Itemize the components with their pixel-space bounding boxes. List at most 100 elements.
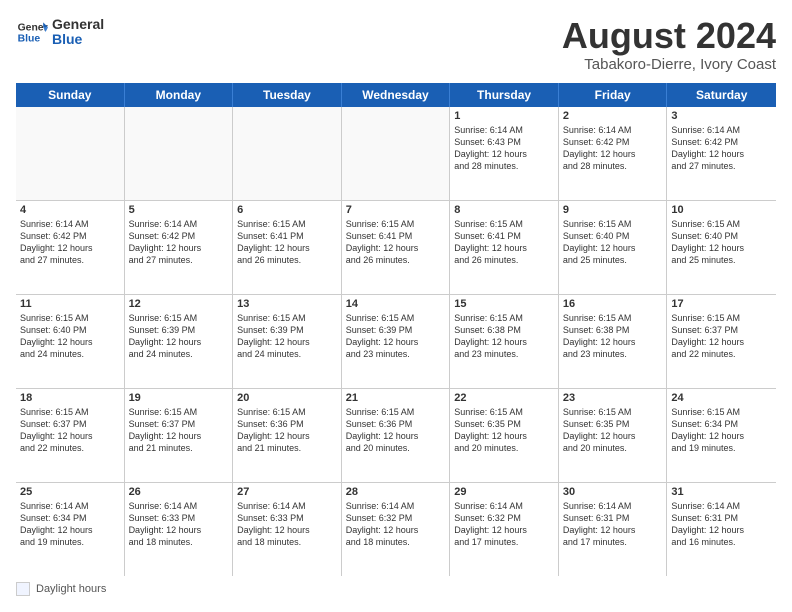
cell-content: Sunrise: 6:14 AM Sunset: 6:42 PM Dayligh… <box>563 124 663 173</box>
day-number: 13 <box>237 298 337 310</box>
cell-content: Sunrise: 6:15 AM Sunset: 6:38 PM Dayligh… <box>454 312 554 361</box>
title-block: August 2024 Tabakoro-Dierre, Ivory Coast <box>562 16 776 73</box>
calendar-cell <box>233 107 342 200</box>
calendar-cell: 13 Sunrise: 6:15 AM Sunset: 6:39 PM Dayli… <box>233 295 342 388</box>
calendar-cell: 28Sunrise: 6:14 AM Sunset: 6:32 PM Dayli… <box>342 483 451 576</box>
day-number: 11 <box>20 298 120 310</box>
cell-content: Sunrise: 6:15 AM Sunset: 6:37 PM Dayligh… <box>671 312 772 361</box>
day-number: 29 <box>454 486 554 498</box>
cell-content: Sunrise: 6:14 AM Sunset: 6:42 PM Dayligh… <box>129 218 229 267</box>
calendar-cell: 18 Sunrise: 6:15 AM Sunset: 6:37 PM Dayli… <box>16 389 125 482</box>
footer-box <box>16 582 30 596</box>
logo-icon: General Blue <box>16 16 48 48</box>
day-number: 18 <box>20 392 120 404</box>
calendar-cell: 16Sunrise: 6:15 AM Sunset: 6:38 PM Dayli… <box>559 295 668 388</box>
day-number: 26 <box>129 486 229 498</box>
calendar-cell: 22Sunrise: 6:15 AM Sunset: 6:35 PM Dayli… <box>450 389 559 482</box>
day-number: 15 <box>454 298 554 310</box>
header-monday: Monday <box>125 83 234 107</box>
day-number: 7 <box>346 204 446 216</box>
day-number: 14 <box>346 298 446 310</box>
calendar-cell: 30 Sunrise: 6:14 AM Sunset: 6:31 PM Dayli… <box>559 483 668 576</box>
cell-content: Sunrise: 6:15 AM Sunset: 6:35 PM Dayligh… <box>454 406 554 455</box>
cell-content: Sunrise: 6:14 AM Sunset: 6:34 PM Dayligh… <box>20 500 120 549</box>
calendar-row-0: 1Sunrise: 6:14 AM Sunset: 6:43 PM Daylig… <box>16 107 776 201</box>
header-friday: Friday <box>559 83 668 107</box>
day-number: 4 <box>20 204 120 216</box>
day-number: 31 <box>671 486 772 498</box>
cell-content: Sunrise: 6:15 AM Sunset: 6:37 PM Dayligh… <box>20 406 120 455</box>
cell-content: Sunrise: 6:15 AM Sunset: 6:37 PM Dayligh… <box>129 406 229 455</box>
cell-content: Sunrise: 6:14 AM Sunset: 6:31 PM Dayligh… <box>671 500 772 549</box>
day-number: 24 <box>671 392 772 404</box>
calendar-cell: 21 Sunrise: 6:15 AM Sunset: 6:36 PM Dayli… <box>342 389 451 482</box>
calendar-cell: 14 Sunrise: 6:15 AM Sunset: 6:39 PM Dayli… <box>342 295 451 388</box>
calendar-cell: 9Sunrise: 6:15 AM Sunset: 6:40 PM Daylig… <box>559 201 668 294</box>
cell-content: Sunrise: 6:15 AM Sunset: 6:41 PM Dayligh… <box>346 218 446 267</box>
cell-content: Sunrise: 6:15 AM Sunset: 6:40 PM Dayligh… <box>20 312 120 361</box>
day-number: 30 <box>563 486 663 498</box>
calendar-cell: 8 Sunrise: 6:15 AM Sunset: 6:41 PM Daylig… <box>450 201 559 294</box>
calendar-row-1: 4 Sunrise: 6:14 AM Sunset: 6:42 PM Daylig… <box>16 201 776 295</box>
day-number: 17 <box>671 298 772 310</box>
cell-content: Sunrise: 6:15 AM Sunset: 6:41 PM Dayligh… <box>454 218 554 267</box>
cell-content: Sunrise: 6:15 AM Sunset: 6:39 PM Dayligh… <box>346 312 446 361</box>
calendar-cell: 12 Sunrise: 6:15 AM Sunset: 6:39 PM Dayli… <box>125 295 234 388</box>
calendar-cell: 31 Sunrise: 6:14 AM Sunset: 6:31 PM Dayli… <box>667 483 776 576</box>
day-number: 2 <box>563 110 663 122</box>
header-tuesday: Tuesday <box>233 83 342 107</box>
logo-blue: Blue <box>52 32 104 47</box>
calendar-row-4: 25Sunrise: 6:14 AM Sunset: 6:34 PM Dayli… <box>16 483 776 576</box>
cell-content: Sunrise: 6:15 AM Sunset: 6:36 PM Dayligh… <box>346 406 446 455</box>
day-number: 9 <box>563 204 663 216</box>
calendar: Sunday Monday Tuesday Wednesday Thursday… <box>16 83 776 576</box>
calendar-cell <box>125 107 234 200</box>
cell-content: Sunrise: 6:14 AM Sunset: 6:42 PM Dayligh… <box>20 218 120 267</box>
day-number: 20 <box>237 392 337 404</box>
footer: Daylight hours <box>16 582 776 596</box>
calendar-cell: 2 Sunrise: 6:14 AM Sunset: 6:42 PM Daylig… <box>559 107 668 200</box>
cell-content: Sunrise: 6:15 AM Sunset: 6:39 PM Dayligh… <box>237 312 337 361</box>
cell-content: Sunrise: 6:15 AM Sunset: 6:39 PM Dayligh… <box>129 312 229 361</box>
calendar-cell: 27 Sunrise: 6:14 AM Sunset: 6:33 PM Dayli… <box>233 483 342 576</box>
month-year: August 2024 <box>562 16 776 56</box>
cell-content: Sunrise: 6:14 AM Sunset: 6:32 PM Dayligh… <box>454 500 554 549</box>
day-number: 21 <box>346 392 446 404</box>
logo: General Blue General Blue <box>16 16 104 48</box>
calendar-cell: 26 Sunrise: 6:14 AM Sunset: 6:33 PM Dayli… <box>125 483 234 576</box>
cell-content: Sunrise: 6:14 AM Sunset: 6:33 PM Dayligh… <box>129 500 229 549</box>
cell-content: Sunrise: 6:15 AM Sunset: 6:35 PM Dayligh… <box>563 406 663 455</box>
calendar-cell: 24 Sunrise: 6:15 AM Sunset: 6:34 PM Dayli… <box>667 389 776 482</box>
cell-content: Sunrise: 6:14 AM Sunset: 6:31 PM Dayligh… <box>563 500 663 549</box>
calendar-cell <box>16 107 125 200</box>
calendar-cell: 5 Sunrise: 6:14 AM Sunset: 6:42 PM Daylig… <box>125 201 234 294</box>
cell-content: Sunrise: 6:15 AM Sunset: 6:41 PM Dayligh… <box>237 218 337 267</box>
cell-content: Sunrise: 6:15 AM Sunset: 6:34 PM Dayligh… <box>671 406 772 455</box>
cell-content: Sunrise: 6:14 AM Sunset: 6:43 PM Dayligh… <box>454 124 554 173</box>
calendar-cell: 3Sunrise: 6:14 AM Sunset: 6:42 PM Daylig… <box>667 107 776 200</box>
page: General Blue General Blue August 2024 Ta… <box>0 0 792 612</box>
day-number: 3 <box>671 110 772 122</box>
day-number: 6 <box>237 204 337 216</box>
calendar-row-3: 18 Sunrise: 6:15 AM Sunset: 6:37 PM Dayli… <box>16 389 776 483</box>
calendar-cell: 25Sunrise: 6:14 AM Sunset: 6:34 PM Dayli… <box>16 483 125 576</box>
day-number: 8 <box>454 204 554 216</box>
location: Tabakoro-Dierre, Ivory Coast <box>562 56 776 73</box>
calendar-header: Sunday Monday Tuesday Wednesday Thursday… <box>16 83 776 107</box>
calendar-cell: 15 Sunrise: 6:15 AM Sunset: 6:38 PM Dayli… <box>450 295 559 388</box>
day-number: 27 <box>237 486 337 498</box>
day-number: 23 <box>563 392 663 404</box>
calendar-cell: 7 Sunrise: 6:15 AM Sunset: 6:41 PM Daylig… <box>342 201 451 294</box>
cell-content: Sunrise: 6:14 AM Sunset: 6:32 PM Dayligh… <box>346 500 446 549</box>
calendar-cell: 29 Sunrise: 6:14 AM Sunset: 6:32 PM Dayli… <box>450 483 559 576</box>
cell-content: Sunrise: 6:14 AM Sunset: 6:33 PM Dayligh… <box>237 500 337 549</box>
logo-general: General <box>52 17 104 32</box>
day-number: 19 <box>129 392 229 404</box>
header-wednesday: Wednesday <box>342 83 451 107</box>
calendar-cell: 19 Sunrise: 6:15 AM Sunset: 6:37 PM Dayli… <box>125 389 234 482</box>
day-number: 12 <box>129 298 229 310</box>
cell-content: Sunrise: 6:15 AM Sunset: 6:38 PM Dayligh… <box>563 312 663 361</box>
calendar-cell: 11 Sunrise: 6:15 AM Sunset: 6:40 PM Dayli… <box>16 295 125 388</box>
calendar-cell: 23 Sunrise: 6:15 AM Sunset: 6:35 PM Dayli… <box>559 389 668 482</box>
day-number: 5 <box>129 204 229 216</box>
